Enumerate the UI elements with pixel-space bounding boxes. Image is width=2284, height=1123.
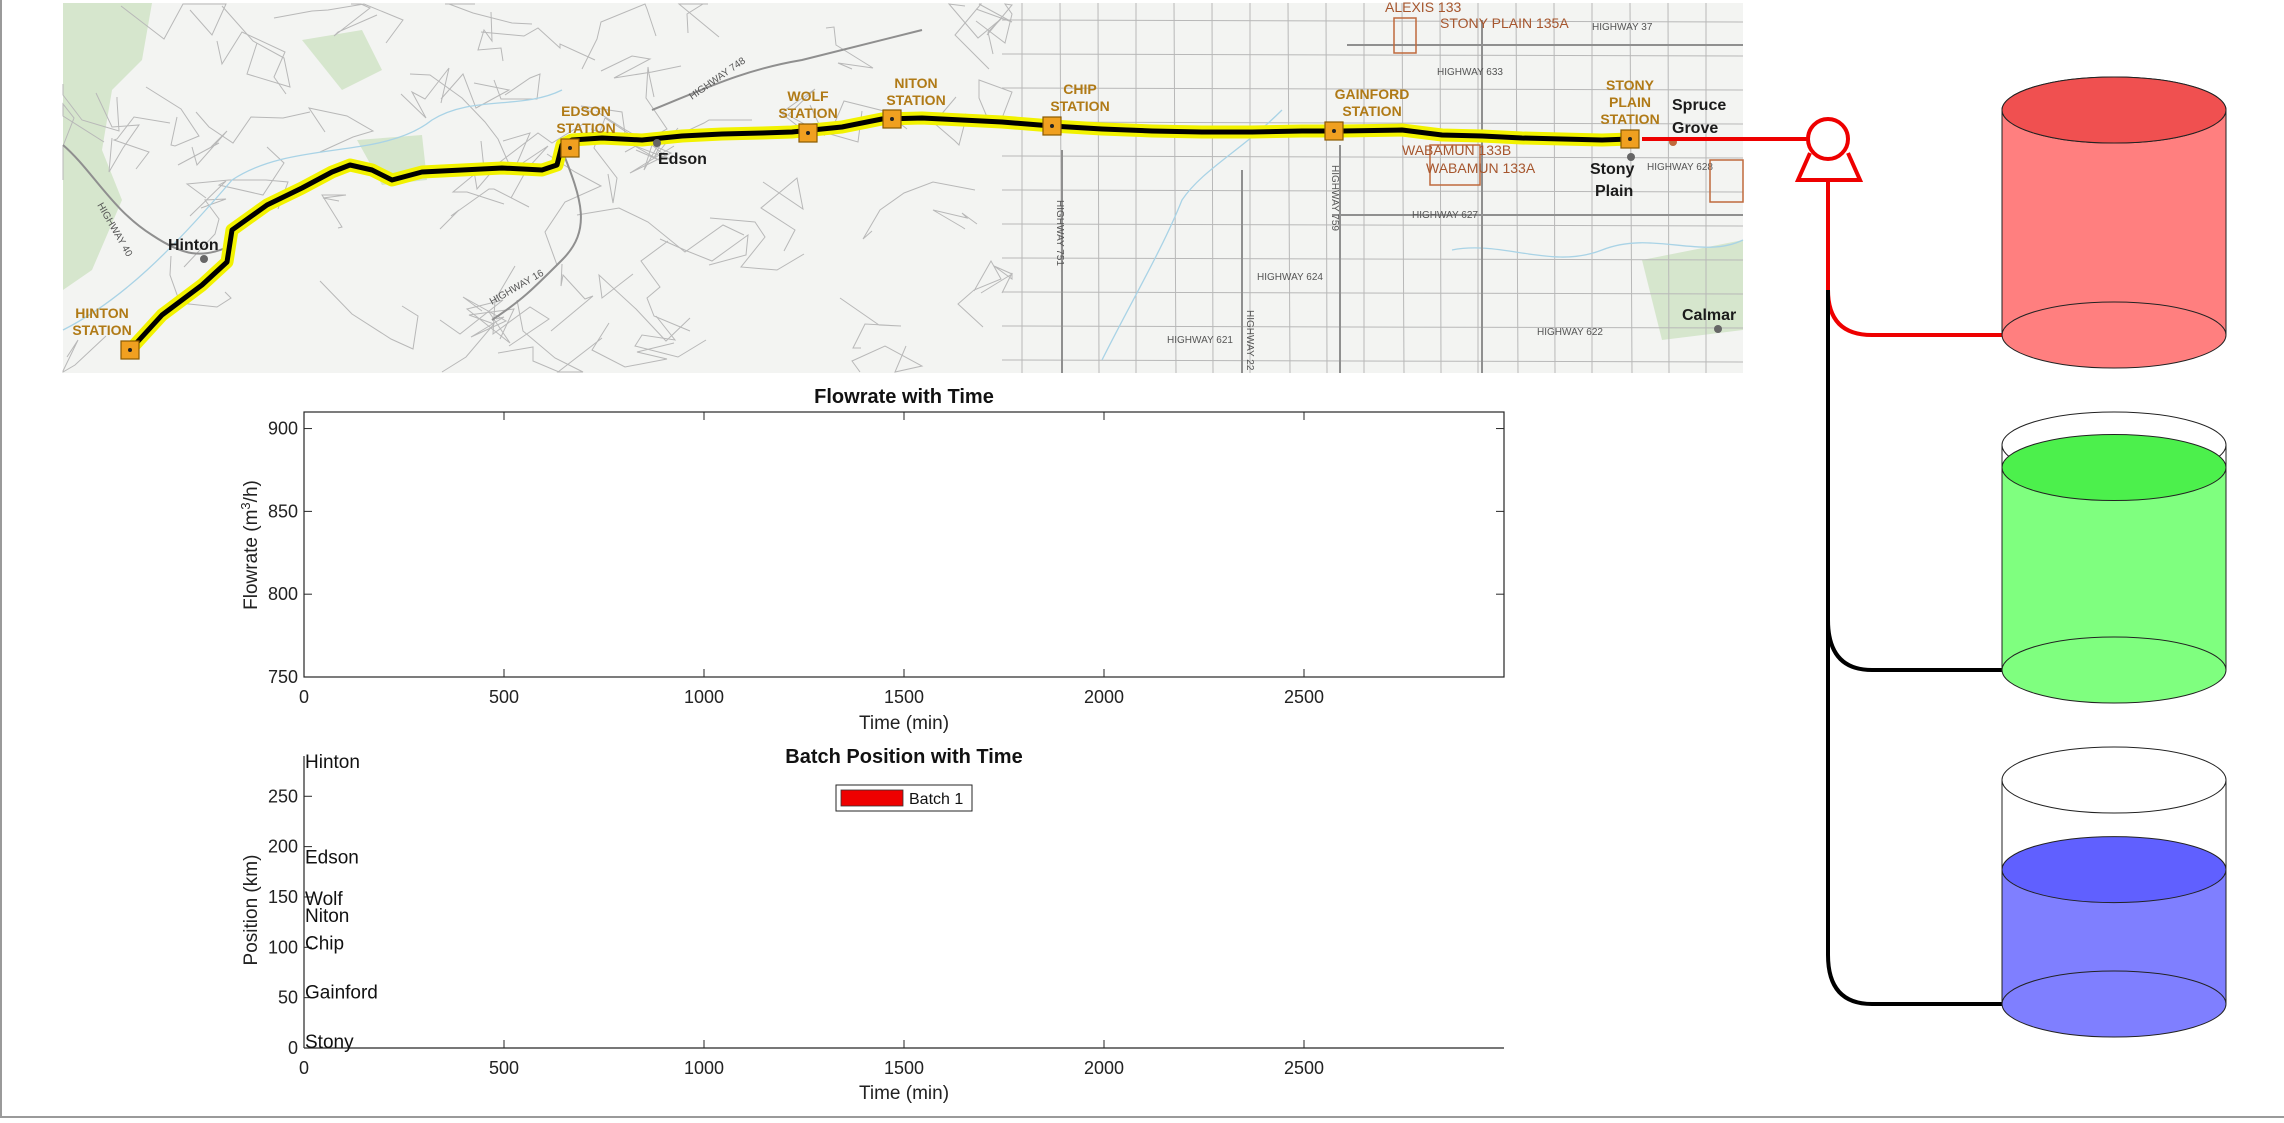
station-dot xyxy=(568,146,572,150)
legend-swatch-batch-1 xyxy=(840,789,904,807)
station-axis-label: Edson xyxy=(305,848,359,869)
x-tick-label: 1500 xyxy=(884,1058,924,1078)
figure-canvas: HIGHWAY 40 HIGHWAY 748 HIGHWAY 16 HIGHWA… xyxy=(62,0,2227,1104)
y-tick-label: 100 xyxy=(268,937,298,957)
flowrate-chart: Flowrate with Time 0 500 1000 1500 2000 2500 7… xyxy=(238,386,1505,734)
station-axis-label: Stony xyxy=(305,1032,354,1053)
town-dot xyxy=(653,139,661,147)
reserve-label: WABAMUN 133A xyxy=(1426,160,1536,176)
station-label: GAINFORD STATION xyxy=(1335,86,1410,119)
town-label-edson: Edson xyxy=(658,151,707,168)
flowrate-y-axis-label: Flowrate (m3/h) xyxy=(238,480,262,610)
station-axis-label: Gainford xyxy=(305,983,378,1004)
reserve-label: ALEXIS 133 xyxy=(1385,0,1461,15)
storage-tanks xyxy=(2001,76,2227,1038)
reserve-label: WABAMUN 133B xyxy=(1402,142,1511,158)
tank-fluid-surface xyxy=(2001,76,2227,144)
x-tick-label: 0 xyxy=(299,1058,309,1078)
station-label: HINTON STATION xyxy=(72,305,131,338)
station-dot xyxy=(806,131,810,135)
x-tick-label: 500 xyxy=(489,1058,519,1078)
highway-label: HIGHWAY 751 xyxy=(1054,200,1065,266)
tank-bottom xyxy=(2001,970,2227,1038)
station-label: EDSON STATION xyxy=(556,103,615,136)
highway-label: HIGHWAY 627 xyxy=(1412,210,1478,221)
highway-label: HIGHWAY 624 xyxy=(1257,272,1323,283)
town-dot xyxy=(1627,153,1635,161)
tank-fluid-surface xyxy=(2001,836,2227,904)
tank-top xyxy=(2001,746,2227,814)
matlab-figure: HIGHWAY 40 HIGHWAY 748 HIGHWAY 16 HIGHWA… xyxy=(0,0,2284,1118)
pipeline-map: HIGHWAY 40 HIGHWAY 748 HIGHWAY 16 HIGHWA… xyxy=(62,0,1744,374)
y-tick-label: 800 xyxy=(268,584,298,604)
tank-bottom xyxy=(2001,301,2227,369)
station-dot xyxy=(890,117,894,121)
x-tick-label: 1500 xyxy=(884,687,924,707)
y-tick-label: 850 xyxy=(268,501,298,521)
station-dot xyxy=(1332,129,1336,133)
station-dot xyxy=(1050,124,1054,128)
flowrate-x-axis-label: Time (min) xyxy=(859,713,949,734)
legend-label-batch-1: Batch 1 xyxy=(909,791,963,808)
town-label-calmar: Calmar xyxy=(1682,307,1736,324)
pump-icon xyxy=(1806,117,1850,161)
batch-legend: Batch 1 xyxy=(835,784,973,812)
x-tick-label: 0 xyxy=(299,687,309,707)
tank-2 xyxy=(2001,411,2227,704)
tank-fluid-surface xyxy=(2001,434,2227,501)
flowrate-plot-area xyxy=(303,411,1505,678)
x-tick-label: 2500 xyxy=(1284,687,1324,707)
x-tick-label: 2500 xyxy=(1284,1058,1324,1078)
tank-bottom xyxy=(2001,636,2227,704)
y-tick-label: 750 xyxy=(268,667,298,687)
batch-ticks: 0 500 1000 1500 2000 2500 0 50 100 150 200 250 xyxy=(268,786,1324,1078)
station-dot xyxy=(1628,137,1632,141)
batch-chart-title: Batch Position with Time xyxy=(785,746,1022,768)
station-axis-label: Hinton xyxy=(305,752,360,773)
y-tick-label: 900 xyxy=(268,419,298,439)
station-axis-label: Niton xyxy=(305,906,349,927)
x-tick-label: 500 xyxy=(489,687,519,707)
batch-position-chart: Batch Position with Time 0 500 1000 1500 200… xyxy=(241,746,1504,1104)
tank-2-connector xyxy=(1826,290,2002,672)
highway-label: HIGHWAY 621 xyxy=(1167,335,1233,346)
y-tick-label: 150 xyxy=(268,887,298,907)
tank-3-connector xyxy=(1826,620,2002,1006)
highway-label: HIGHWAY 622 xyxy=(1537,327,1603,338)
town-dot xyxy=(1714,325,1722,333)
station-label: STONY PLAIN STATION xyxy=(1600,77,1659,127)
highway-label: HIGHWAY 22 xyxy=(1244,310,1255,371)
tank-3 xyxy=(2001,746,2227,1038)
town-label-hinton: Hinton xyxy=(168,237,219,254)
highway-label: HIGHWAY 759 xyxy=(1329,165,1340,231)
batch-station-labels: HintonEdsonWolfNitonChipGainfordStony xyxy=(305,752,378,1053)
batch-y-axis-label: Position (km) xyxy=(241,855,262,966)
highway-label: HIGHWAY 37 xyxy=(1592,22,1653,33)
station-axis-label: Chip xyxy=(305,933,344,954)
y-tick-label: 200 xyxy=(268,837,298,857)
reserve-label: STONY PLAIN 135A xyxy=(1440,15,1569,31)
y-tick-label: 250 xyxy=(268,786,298,806)
tank-fluid xyxy=(2002,110,2226,335)
x-tick-label: 1000 xyxy=(684,687,724,707)
y-tick-label: 0 xyxy=(288,1038,298,1058)
flowrate-chart-title: Flowrate with Time xyxy=(814,386,994,408)
batch-x-axis-label: Time (min) xyxy=(859,1083,949,1104)
station-dot xyxy=(128,348,132,352)
y-tick-label: 50 xyxy=(278,988,298,1008)
x-tick-label: 2000 xyxy=(1084,687,1124,707)
station-label: NITON STATION xyxy=(886,75,945,108)
tank-1 xyxy=(2001,76,2227,369)
x-tick-label: 2000 xyxy=(1084,1058,1124,1078)
highway-label: HIGHWAY 633 xyxy=(1437,67,1503,78)
tank-1-connector xyxy=(1826,180,2002,337)
highway-label: HIGHWAY 628 xyxy=(1647,162,1713,173)
x-tick-label: 1000 xyxy=(684,1058,724,1078)
town-dot xyxy=(200,255,208,263)
